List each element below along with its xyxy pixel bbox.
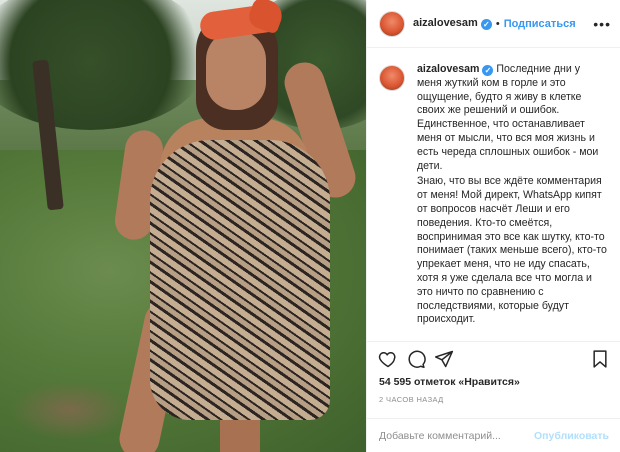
action-bar [367, 341, 620, 375]
caption-verified-badge-icon: ✓ [482, 65, 494, 76]
save-button[interactable] [589, 348, 611, 370]
share-icon [434, 350, 454, 367]
caption-paragraph-1: aizalovesam ✓ Последние дни у меня жуткий… [417, 63, 607, 173]
author-avatar[interactable] [379, 10, 405, 37]
caption-username[interactable]: aizalovesam ✓ [417, 63, 494, 76]
likes-count[interactable]: 54 595 отметок «Нравится» [379, 376, 520, 388]
bookmark-icon [593, 349, 607, 368]
caption-username-text[interactable]: aizalovesam [417, 63, 479, 75]
photo-dress [150, 140, 330, 420]
photo-face [206, 30, 266, 110]
caption-paragraph-1-text: Последние дни у меня жуткий ком в горле … [417, 63, 599, 172]
publish-button[interactable]: Опубликовать [534, 430, 609, 442]
caption-author-avatar[interactable] [379, 65, 405, 91]
follow-button[interactable]: Подписаться [504, 18, 576, 30]
author-username-text[interactable]: aizalovesam [413, 17, 478, 29]
caption-area: aizalovesam ✓ Последние дни у меня жуткий… [367, 49, 620, 340]
post-photo[interactable] [0, 0, 366, 452]
more-options-icon[interactable]: ••• [593, 16, 611, 32]
caption-text: aizalovesam ✓ Последние дни у меня жуткий… [417, 63, 607, 340]
like-button[interactable] [377, 348, 399, 370]
post-timestamp[interactable]: 2 ЧАСОВ НАЗАД [379, 395, 444, 404]
comment-icon [408, 350, 426, 368]
author-username[interactable]: aizalovesam ✓ [413, 17, 492, 30]
comment-button[interactable] [405, 348, 427, 370]
comment-bar: Опубликовать [367, 418, 620, 452]
post-header: aizalovesam ✓ • Подписаться ••• [367, 0, 620, 48]
comment-input[interactable] [379, 429, 535, 442]
caption-paragraph-2: Знаю, что вы все ждёте комментария от ме… [417, 175, 607, 326]
header-separator: • [495, 17, 500, 30]
photo-person [110, 0, 366, 452]
share-button[interactable] [433, 348, 455, 370]
post-side-panel: aizalovesam ✓ • Подписаться ••• aizaloves… [366, 0, 620, 452]
heart-icon [378, 351, 396, 367]
verified-badge-icon: ✓ [480, 19, 492, 30]
